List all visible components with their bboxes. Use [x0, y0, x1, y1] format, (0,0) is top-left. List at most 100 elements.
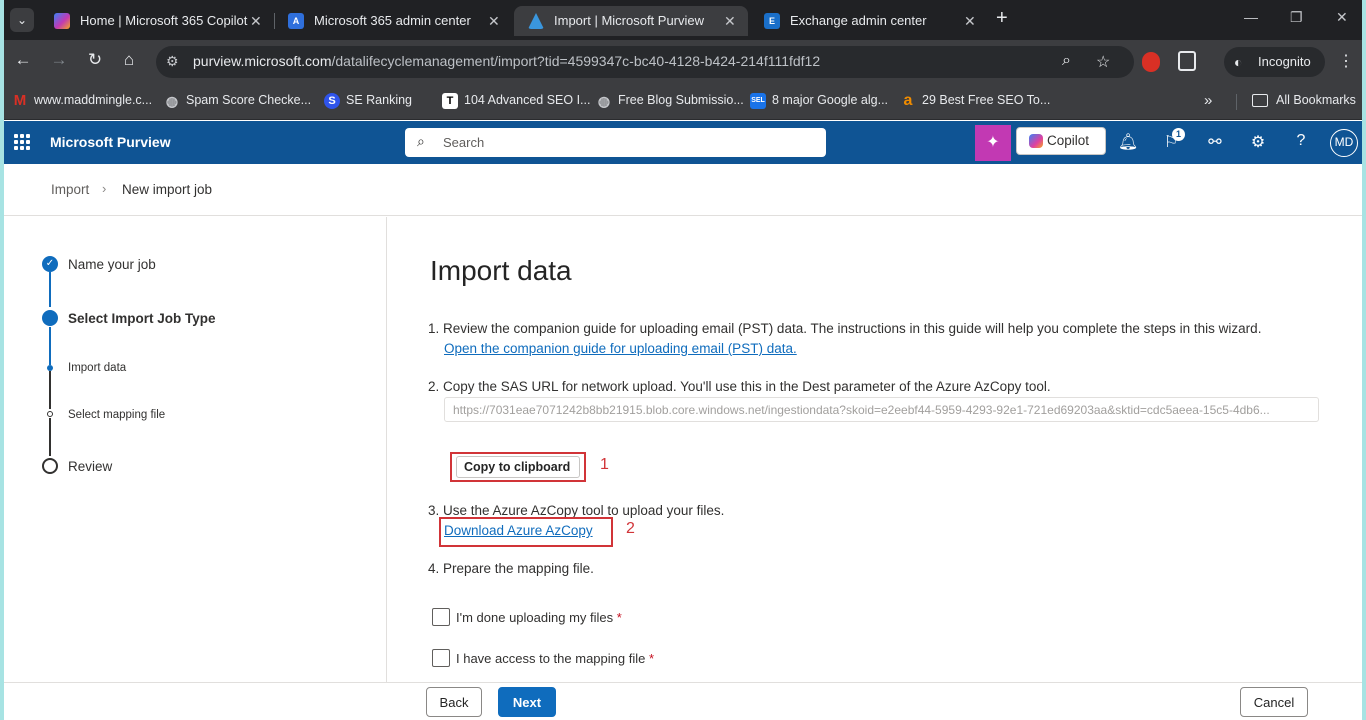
restore-icon[interactable]: ❐	[1290, 9, 1303, 26]
step4-instructions: 4. Prepare the mapping file.	[428, 561, 594, 576]
tab-title: Home | Microsoft 365 Copilot	[80, 13, 248, 28]
gmail-icon: M	[13, 92, 27, 109]
app-launcher-icon[interactable]	[14, 134, 30, 150]
step-name-your-job[interactable]: Name your job	[68, 257, 156, 272]
close-tab-icon[interactable]: ✕	[250, 6, 262, 36]
bookmark-item[interactable]: T 104 Advanced SEO I...	[442, 93, 591, 109]
substep-select-mapping-file[interactable]: Select mapping file	[68, 409, 165, 421]
all-bookmarks-label: All Bookmarks	[1276, 93, 1356, 107]
help-icon[interactable]: ?	[1290, 132, 1312, 150]
tab-title: Exchange admin center	[790, 13, 927, 28]
wizard-stepper: ✓ Name your job Select Import Job Type I…	[4, 217, 387, 682]
notifications-bell-icon[interactable]: 🔔︎	[1117, 132, 1139, 152]
minimize-icon[interactable]: —	[1244, 9, 1258, 25]
new-tab-button[interactable]: +	[996, 7, 1008, 30]
bookmark-label: 8 major Google alg...	[772, 93, 889, 107]
globe-icon: ◍	[165, 93, 179, 109]
sas-url-field[interactable]	[444, 397, 1319, 422]
back-arrow-icon[interactable]: ←	[12, 50, 34, 70]
window-close-icon[interactable]: ✕	[1336, 9, 1348, 26]
step3-instructions: 3. Use the Azure AzCopy tool to upload y…	[428, 503, 725, 518]
forward-arrow-icon[interactable]: →	[48, 50, 70, 70]
substep-current-dot	[47, 365, 53, 371]
next-button[interactable]: Next	[498, 687, 556, 717]
annotation-marker-1: 1	[600, 456, 609, 473]
breadcrumb-import-link[interactable]: Import	[51, 182, 89, 197]
avatar[interactable]: MD	[1330, 129, 1358, 157]
copy-to-clipboard-button[interactable]: Copy to clipboard	[450, 452, 586, 482]
step-review[interactable]: Review	[68, 459, 112, 474]
bookmark-label: 104 Advanced SEO I...	[464, 93, 591, 107]
purview-favicon-icon	[528, 13, 544, 29]
sel-icon: SEL	[750, 93, 766, 109]
step2-instructions: 2. Copy the SAS URL for network upload. …	[428, 379, 1051, 394]
extension-red-icon[interactable]	[1142, 52, 1160, 72]
exchange-favicon-icon: E	[764, 13, 780, 29]
global-search[interactable]: ⌕	[405, 128, 826, 157]
done-uploading-checkbox[interactable]	[432, 608, 450, 626]
wizard-footer: Back Next Cancel	[4, 682, 1362, 720]
all-bookmarks-button[interactable]: All Bookmarks	[1252, 93, 1356, 107]
bookmark-item[interactable]: SEL 8 major Google alg...	[750, 93, 889, 109]
bookmark-item[interactable]: S SE Ranking	[324, 93, 413, 109]
tab-strip: ⌄ Home | Microsoft 365 Copilot ✕ A Micro…	[4, 0, 1362, 40]
copilot-favicon-icon	[54, 13, 70, 29]
copilot-pinned-icon[interactable]: ✦	[975, 125, 1011, 161]
tab-home-copilot[interactable]: Home | Microsoft 365 Copilot ✕	[40, 6, 266, 36]
tab-search-button[interactable]: ⌄	[10, 8, 34, 32]
step-connector	[49, 327, 51, 365]
bookmark-item[interactable]: ◍ Spam Score Checke...	[164, 93, 311, 109]
mapping-access-checkbox[interactable]	[432, 649, 450, 667]
settings-gear-icon[interactable]: ⚙	[1247, 132, 1269, 152]
zoom-search-icon[interactable]: ⌕	[1062, 52, 1071, 70]
bookmark-label: www.maddmingle.c...	[34, 93, 153, 107]
breadcrumb: Import › New import job	[4, 164, 1362, 216]
bookmarks-divider	[1236, 94, 1237, 110]
copilot-button[interactable]: Copilot	[1016, 127, 1106, 155]
close-tab-icon[interactable]: ✕	[724, 6, 736, 36]
step-connector	[49, 371, 51, 409]
bookmark-label: SE Ranking	[346, 93, 413, 107]
tab-purview-import[interactable]: Import | Microsoft Purview ✕	[514, 6, 748, 36]
substep-pending-dot	[47, 411, 53, 417]
more-bookmarks-icon[interactable]: »	[1204, 92, 1212, 109]
tab-title: Microsoft 365 admin center	[314, 13, 471, 28]
browser-menu-icon[interactable]: ⋮	[1338, 51, 1354, 71]
tab-title: Import | Microsoft Purview	[554, 13, 705, 28]
app-title[interactable]: Microsoft Purview	[50, 134, 171, 150]
extensions-puzzle-icon[interactable]	[1178, 51, 1196, 71]
bookmark-item[interactable]: Mwww.maddmingle.c...	[12, 92, 153, 109]
close-tab-icon[interactable]: ✕	[488, 6, 500, 36]
close-tab-icon[interactable]: ✕	[964, 6, 976, 36]
bookmarks-bar: Mwww.maddmingle.c... ◍ Spam Score Checke.…	[4, 84, 1362, 120]
annotation-marker-2: 2	[626, 520, 635, 537]
search-input[interactable]	[443, 132, 813, 153]
tab-exchange-admin[interactable]: E Exchange admin center ✕	[750, 6, 986, 36]
cancel-button[interactable]: Cancel	[1240, 687, 1308, 717]
step-select-import-job-type[interactable]: Select Import Job Type	[68, 311, 216, 326]
step-complete-check-icon: ✓	[42, 256, 58, 272]
incognito-icon: ◐	[1234, 54, 1243, 70]
bookmark-item[interactable]: a 29 Best Free SEO To...	[900, 93, 1051, 109]
download-azcopy-link[interactable]: Download Azure AzCopy	[444, 523, 593, 538]
purview-header: Microsoft Purview ⌕ ✦ Copilot 🔔︎ ⚐ 1 ⚯ ⚙…	[4, 121, 1362, 164]
address-bar[interactable]: ⚙ purview.microsoft.com/datalifecycleman…	[156, 46, 1134, 78]
step-current-dot	[42, 310, 58, 326]
substep-import-data[interactable]: Import data	[68, 362, 126, 374]
home-icon[interactable]: ⌂	[118, 50, 140, 70]
connections-icon[interactable]: ⚯	[1204, 132, 1226, 152]
mapping-access-label[interactable]: I have access to the mapping file *	[456, 651, 654, 666]
folder-icon	[1252, 94, 1268, 107]
reload-icon[interactable]: ↻	[84, 50, 106, 70]
step-connector	[49, 418, 51, 456]
bookmark-item[interactable]: ◍ Free Blog Submissio...	[596, 93, 744, 109]
site-info-icon[interactable]: ⚙	[166, 53, 179, 70]
done-uploading-label[interactable]: I'm done uploading my files *	[456, 610, 622, 625]
companion-guide-link[interactable]: Open the companion guide for uploading e…	[444, 341, 797, 356]
url-text: purview.microsoft.com/datalifecyclemanag…	[193, 53, 821, 69]
back-button[interactable]: Back	[426, 687, 482, 717]
tab-m365-admin[interactable]: A Microsoft 365 admin center ✕	[274, 6, 510, 36]
incognito-indicator[interactable]: ◐ Incognito	[1224, 47, 1325, 77]
bookmark-star-icon[interactable]: ☆	[1096, 52, 1110, 72]
step-connector	[49, 272, 51, 307]
